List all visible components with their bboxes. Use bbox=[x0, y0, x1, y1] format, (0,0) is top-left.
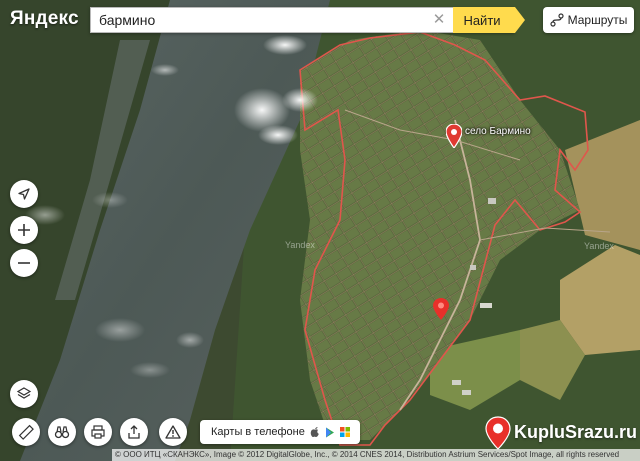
satellite-map[interactable] bbox=[0, 0, 640, 461]
listing-marker-icon[interactable] bbox=[433, 298, 449, 320]
binoculars-icon bbox=[54, 424, 70, 440]
ruler-icon bbox=[18, 424, 34, 440]
routes-button[interactable]: Маршруты bbox=[543, 7, 634, 33]
map-pin-icon[interactable] bbox=[445, 123, 463, 150]
layers-button[interactable] bbox=[10, 380, 38, 408]
mobile-app-label: Карты в телефоне bbox=[211, 426, 305, 438]
share-icon bbox=[126, 424, 142, 440]
pin-label: село Бармино bbox=[465, 126, 531, 137]
brand-text: KupluSrazu.ru bbox=[514, 422, 638, 442]
yandex-logo[interactable]: Яндекс bbox=[10, 8, 79, 30]
map-watermark: Yandex bbox=[285, 240, 315, 250]
mobile-app-banner[interactable]: Карты в телефоне bbox=[200, 420, 360, 444]
ruler-button[interactable] bbox=[12, 418, 40, 446]
print-button[interactable] bbox=[84, 418, 112, 446]
minus-icon bbox=[17, 256, 31, 270]
routes-label: Маршруты bbox=[567, 13, 628, 27]
zoom-in-button[interactable] bbox=[10, 216, 38, 244]
share-button[interactable] bbox=[120, 418, 148, 446]
map-watermark: Yandex bbox=[584, 241, 614, 251]
brand-logo-icon bbox=[485, 415, 511, 450]
windows-icon bbox=[339, 427, 350, 437]
panorama-button[interactable] bbox=[48, 418, 76, 446]
locate-button[interactable] bbox=[10, 180, 38, 208]
brand-watermark: KupluSrazu.ru bbox=[485, 414, 638, 451]
layers-icon bbox=[16, 386, 32, 402]
plus-icon bbox=[17, 223, 31, 237]
search-button[interactable]: Найти bbox=[453, 7, 525, 33]
route-icon bbox=[550, 13, 564, 27]
copyright-bar: © ООО ИТЦ «СКАНЭКС», Image © 2012 Digita… bbox=[112, 449, 640, 461]
warning-icon bbox=[165, 424, 181, 440]
zoom-out-button[interactable] bbox=[10, 249, 38, 277]
apple-icon bbox=[310, 426, 320, 438]
location-arrow-icon bbox=[17, 187, 31, 201]
google-play-icon bbox=[325, 427, 335, 438]
report-error-button[interactable] bbox=[159, 418, 187, 446]
search-input[interactable] bbox=[90, 7, 453, 33]
printer-icon bbox=[90, 424, 106, 440]
search-bar: ✕ Найти bbox=[90, 7, 525, 33]
close-icon[interactable]: ✕ bbox=[430, 11, 448, 29]
